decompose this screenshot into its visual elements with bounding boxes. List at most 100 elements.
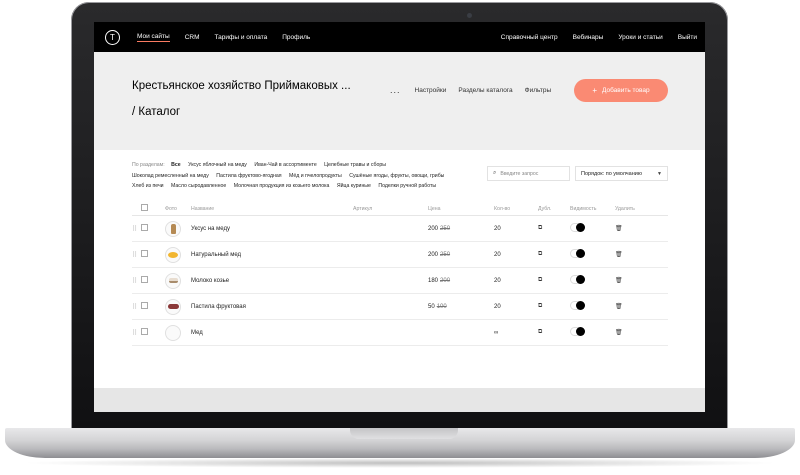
product-thumbnail-empty[interactable] (165, 324, 181, 341)
header-name[interactable]: Название (191, 206, 353, 212)
tilda-logo-icon[interactable]: T (105, 29, 120, 45)
filter-item[interactable]: Масло сыродавленное (171, 183, 226, 189)
header-price[interactable]: Цена (428, 206, 494, 212)
nav-my-sites[interactable]: Мои сайты (137, 33, 170, 42)
nav-lessons[interactable]: Уроки и статьи (618, 34, 662, 41)
add-product-button[interactable]: + Добавить товар (574, 79, 668, 102)
trash-icon[interactable]: 🗑 (615, 330, 623, 336)
product-thumbnail[interactable] (165, 246, 181, 263)
sort-value: Порядок: по умолчанию (581, 170, 642, 177)
filter-item[interactable]: Иван-Чай в ассортименте (254, 162, 316, 168)
nav-help-center[interactable]: Справочный центр (501, 34, 558, 41)
drag-handle-icon[interactable]: ⠿ (132, 251, 141, 259)
trash-icon[interactable]: 🗑 (615, 252, 623, 258)
drag-handle-icon[interactable]: ⠿ (132, 329, 141, 337)
product-thumbnail[interactable] (165, 272, 181, 289)
catalog-sections-link[interactable]: Разделы каталога (458, 87, 512, 94)
del-cell: 🗑 (615, 329, 645, 336)
nav-crm[interactable]: CRM (185, 34, 200, 41)
price-cell: 200 250 (428, 226, 494, 232)
del-cell: 🗑 (615, 225, 645, 232)
row-checkbox[interactable] (141, 302, 148, 309)
visibility-toggle[interactable] (570, 301, 585, 310)
qty-value[interactable]: ∞ (494, 330, 538, 336)
copy-icon[interactable]: ⧉ (538, 277, 542, 283)
photo-cell (165, 298, 191, 315)
page-header: Крестьянское хозяйство Приймаковых ... /… (94, 52, 705, 150)
trash-icon[interactable]: 🗑 (615, 304, 623, 310)
row-check-cell (141, 276, 165, 285)
copy-icon[interactable]: ⧉ (538, 225, 542, 231)
header-links: ... Настройки Разделы каталога Фильтры (390, 85, 563, 95)
filter-item[interactable]: Целебные травы и сборы (324, 162, 386, 168)
filter-item[interactable]: Шоколад ремесленный на меду (132, 173, 209, 179)
filter-item[interactable]: Хлеб из печи (132, 183, 164, 189)
vis-cell (570, 327, 615, 338)
qty-value[interactable]: 20 (494, 226, 538, 232)
price-value[interactable]: 180 (428, 278, 438, 284)
drag-handle-icon[interactable]: ⠿ (132, 277, 141, 285)
table-row[interactable]: ⠿ Натуральный мед 200 250 20 ⧉ 🗑 (132, 242, 668, 268)
visibility-toggle[interactable] (570, 223, 585, 232)
filter-all[interactable]: Все (171, 162, 181, 168)
price-value[interactable]: 200 (428, 226, 438, 232)
visibility-toggle[interactable] (570, 275, 585, 284)
trash-icon[interactable]: 🗑 (615, 226, 623, 232)
more-button[interactable]: ... (390, 85, 401, 95)
header-art[interactable]: Артикул (353, 206, 428, 212)
copy-icon[interactable]: ⧉ (538, 251, 542, 257)
toggle-knob (576, 301, 585, 310)
filter-item[interactable]: Яйца куриные (337, 183, 371, 189)
select-all-checkbox[interactable] (141, 204, 148, 211)
dup-cell: ⧉ (538, 329, 570, 336)
sort-select[interactable]: Порядок: по умолчанию ▼ (575, 166, 668, 181)
search-icon: ⌕ (493, 170, 497, 176)
search-input[interactable]: ⌕ Введите запрос (487, 166, 570, 181)
product-name[interactable]: Молоко козье (191, 278, 353, 284)
header-qty[interactable]: Кол-во (494, 206, 538, 212)
product-thumbnail[interactable] (165, 298, 181, 315)
table-row[interactable]: ⠿ Пастила фруктовая 50 100 20 ⧉ 🗑 (132, 294, 668, 320)
qty-value[interactable]: 20 (494, 304, 538, 310)
table-row[interactable]: ⠿ Уксус на меду 200 250 20 ⧉ 🗑 (132, 216, 668, 242)
nav-tariffs[interactable]: Тарифы и оплата (215, 34, 268, 41)
visibility-toggle[interactable] (570, 249, 585, 258)
price-value[interactable]: 50 (428, 304, 435, 310)
row-check-cell (141, 224, 165, 233)
filters-link[interactable]: Фильтры (525, 87, 552, 94)
row-check-cell (141, 250, 165, 259)
product-name[interactable]: Мед (191, 330, 353, 336)
header-del: Удалить (615, 205, 635, 212)
trash-icon[interactable]: 🗑 (615, 278, 623, 284)
filter-item[interactable]: Уксус яблочный на меду (188, 162, 247, 168)
price-value[interactable]: 200 (428, 252, 438, 258)
filter-item[interactable]: Поделки ручной работы (378, 183, 436, 189)
row-checkbox[interactable] (141, 224, 148, 231)
qty-value[interactable]: 20 (494, 278, 538, 284)
product-name[interactable]: Уксус на меду (191, 226, 353, 232)
product-name[interactable]: Пастила фруктовая (191, 304, 353, 310)
nav-webinars[interactable]: Вебинары (573, 34, 604, 41)
product-thumbnail[interactable] (165, 220, 181, 237)
filter-item[interactable]: Молочная продукция из козьего молока (234, 183, 330, 189)
settings-link[interactable]: Настройки (415, 87, 447, 94)
nav-profile[interactable]: Профиль (282, 34, 310, 41)
filter-item[interactable]: Пастила фруктово-ягодная (216, 173, 281, 179)
row-checkbox[interactable] (141, 276, 148, 283)
table-row[interactable]: ⠿ Мед ∞ ⧉ 🗑 (132, 320, 668, 346)
product-name[interactable]: Натуральный мед (191, 252, 353, 258)
nav-logout[interactable]: Выйти (678, 34, 697, 41)
old-price: 250 (440, 225, 451, 232)
drag-handle-icon[interactable]: ⠿ (132, 225, 141, 233)
row-checkbox[interactable] (141, 250, 148, 257)
filter-item[interactable]: Мёд и пчелопродукты (289, 173, 342, 179)
copy-icon[interactable]: ⧉ (538, 303, 542, 309)
dup-cell: ⧉ (538, 277, 570, 284)
drag-handle-icon[interactable]: ⠿ (132, 303, 141, 311)
copy-icon[interactable]: ⧉ (538, 329, 542, 335)
filter-item[interactable]: Сушёные ягоды, фрукты, овощи, грибы (349, 173, 444, 179)
table-row[interactable]: ⠿ Молоко козье 180 200 20 ⧉ 🗑 (132, 268, 668, 294)
qty-value[interactable]: 20 (494, 252, 538, 258)
visibility-toggle[interactable] (570, 327, 585, 336)
row-checkbox[interactable] (141, 328, 148, 335)
